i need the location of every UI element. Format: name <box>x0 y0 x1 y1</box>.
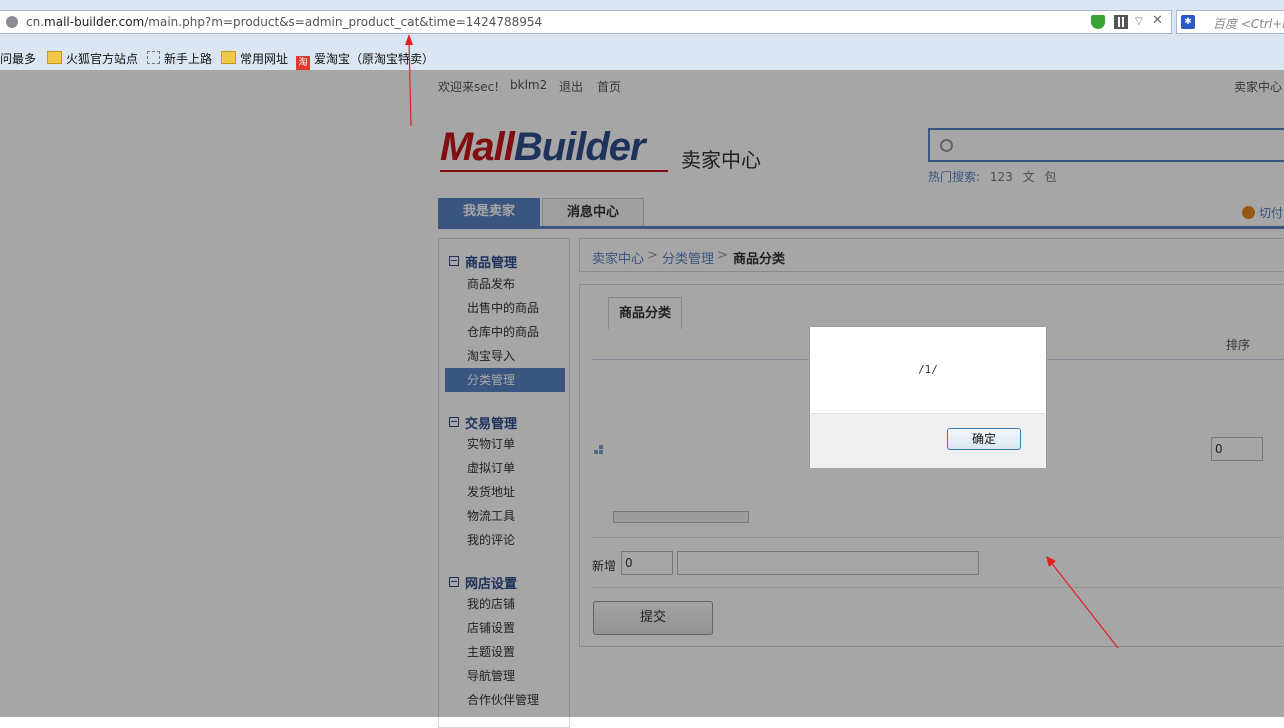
browser-search-box[interactable]: ✱ 百度 <Ctrl+K> <box>1176 10 1284 34</box>
address-bar[interactable]: cn.mall-builder.com/main.php?m=product&s… <box>0 10 1172 34</box>
alert-dialog: /1/ 确定 <box>809 326 1047 468</box>
bookmark-common-sites[interactable]: 常用网址 <box>221 50 288 67</box>
folder-icon <box>47 51 62 64</box>
taobao-icon: 淘 <box>296 56 310 70</box>
qr-code-icon[interactable] <box>1114 15 1128 29</box>
alert-footer: 确定 <box>810 413 1046 468</box>
baidu-paw-icon[interactable]: ✱ <box>1181 15 1195 29</box>
close-icon[interactable]: ✕ <box>1152 13 1166 28</box>
bookmark-most-visited[interactable]: 访问最多 <box>0 50 36 67</box>
search-placeholder: 百度 <Ctrl+K> <box>1213 17 1284 31</box>
shield-icon[interactable] <box>1091 15 1105 29</box>
modal-backdrop <box>0 70 1284 717</box>
ok-button[interactable]: 确定 <box>947 428 1021 450</box>
alert-message: /1/ <box>918 363 938 376</box>
dropdown-arrow-icon[interactable]: ▽ <box>1135 16 1149 30</box>
folder-icon <box>221 51 236 64</box>
bookmark-getting-started[interactable]: 新手上路 <box>147 50 212 67</box>
browser-chrome: cn.mall-builder.com/main.php?m=product&s… <box>0 0 1284 70</box>
page-icon <box>147 51 160 64</box>
bookmark-ai-taobao[interactable]: 淘爱淘宝（原淘宝特卖） <box>296 50 434 70</box>
globe-icon <box>6 16 18 28</box>
bookmark-firefox-site[interactable]: 火狐官方站点 <box>47 50 138 67</box>
url-text[interactable]: cn.mall-builder.com/main.php?m=product&s… <box>26 15 542 29</box>
